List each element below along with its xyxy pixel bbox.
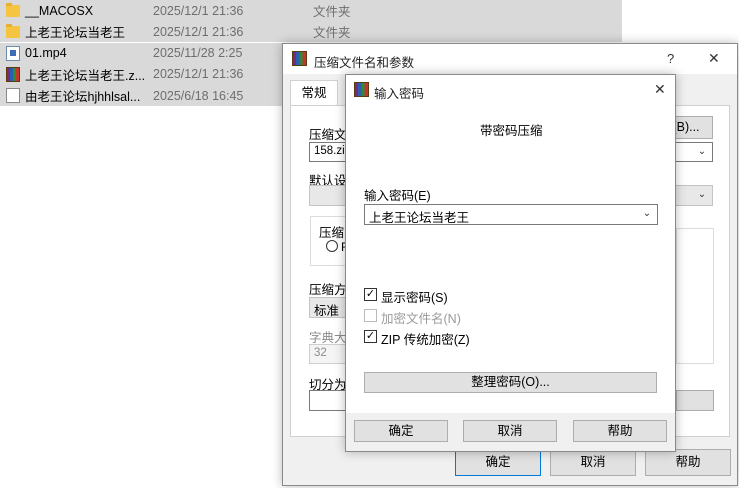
format-radio[interactable] xyxy=(326,240,338,252)
ok-button[interactable]: 确定 xyxy=(455,449,541,476)
file-name: 上老王论坛当老王 xyxy=(25,26,126,41)
dict-dropdown[interactable]: 32 xyxy=(309,344,349,364)
file-row[interactable]: __MACOSX 2025/12/1 21:36 文件夹 xyxy=(0,0,622,21)
help-button[interactable]: 帮助 xyxy=(645,449,731,476)
file-name: 01.mp4 xyxy=(25,46,67,61)
organize-passwords-label: 整理密码(O)... xyxy=(471,375,550,389)
password-dialog-title: 输入密码 xyxy=(374,87,425,101)
close-icon[interactable]: ✕ xyxy=(708,50,720,67)
password-value: 上老王论坛当老王 xyxy=(369,211,470,225)
method-value: 标准 xyxy=(314,304,340,318)
method-label: 压缩方 xyxy=(309,283,347,297)
archive-dialog-titlebar[interactable]: 压缩文件名和参数 ? ✕ xyxy=(283,44,737,74)
folder-icon xyxy=(6,24,20,39)
encrypt-names-checkbox[interactable] xyxy=(364,309,377,322)
file-name: 上老王论坛当老王.z... xyxy=(25,68,146,83)
split-field[interactable] xyxy=(309,390,349,411)
zip-legacy-label: ZIP 传统加密(Z) xyxy=(381,333,470,347)
cancel-button[interactable]: 取消 xyxy=(550,449,636,476)
password-dialog-titlebar[interactable]: 输入密码 ✕ xyxy=(346,75,675,105)
password-cancel-button[interactable]: 取消 xyxy=(463,420,557,442)
file-date: 2025/12/1 21:36 xyxy=(153,24,244,39)
file-date: 2025/12/1 21:36 xyxy=(153,67,244,82)
password-ok-label: 确定 xyxy=(388,424,414,438)
chevron-down-icon[interactable]: ⌄ xyxy=(696,146,708,158)
cancel-button-label: 取消 xyxy=(580,455,606,469)
text-file-icon xyxy=(6,88,20,104)
winrar-icon xyxy=(292,51,307,66)
help-button-label: 帮助 xyxy=(675,455,701,469)
file-date: 2025/6/18 16:45 xyxy=(153,88,244,103)
file-date: 2025/12/1 21:36 xyxy=(153,3,244,18)
video-file-icon xyxy=(6,45,20,61)
zip-legacy-checkbox[interactable]: ✓ xyxy=(364,330,377,343)
password-label: 输入密码(E) xyxy=(364,189,431,203)
folder-icon xyxy=(6,3,20,17)
dict-value: 32 xyxy=(314,347,327,359)
chevron-down-icon[interactable]: ⌄ xyxy=(696,189,708,201)
archive-dialog-title: 压缩文件名和参数 xyxy=(314,56,415,70)
password-help-label: 帮助 xyxy=(607,424,633,438)
format-label: 压缩 xyxy=(319,226,345,240)
password-cancel-label: 取消 xyxy=(497,424,523,438)
password-panel xyxy=(346,105,675,413)
tab-general[interactable]: 常规 xyxy=(290,80,338,106)
file-name: __MACOSX xyxy=(25,3,94,18)
password-heading: 带密码压缩 xyxy=(480,124,543,138)
file-type: 文件夹 xyxy=(313,26,351,41)
ok-button-label: 确定 xyxy=(485,455,511,469)
password-ok-button[interactable]: 确定 xyxy=(354,420,448,442)
right-panel-box xyxy=(676,228,714,364)
file-row[interactable]: 上老王论坛当老王 2025/12/1 21:36 文件夹 xyxy=(0,21,622,43)
winrar-icon xyxy=(354,82,369,97)
split-side-button[interactable] xyxy=(676,390,714,411)
file-date: 2025/11/28 2:25 xyxy=(153,46,243,61)
show-password-label: 显示密码(S) xyxy=(381,291,448,305)
password-dialog: 输入密码 ✕ 带密码压缩 输入密码(E) 上老王论坛当老王 ⌄ ✓ 显示密码(S… xyxy=(345,74,676,452)
chevron-down-icon[interactable]: ⌄ xyxy=(641,208,653,220)
password-input[interactable]: 上老王论坛当老王 ⌄ xyxy=(364,204,658,225)
tab-general-label: 常规 xyxy=(301,86,327,100)
file-name: 由老王论坛hjhhlsal... xyxy=(25,90,141,105)
encrypt-names-label: 加密文件名(N) xyxy=(381,312,461,326)
archive-name-label: 压缩文 xyxy=(309,128,347,142)
close-icon[interactable]: ✕ xyxy=(654,81,666,98)
winrar-archive-icon xyxy=(6,66,20,82)
browse-button-label: (B)... xyxy=(672,120,700,134)
organize-passwords-button[interactable]: 整理密码(O)... xyxy=(364,372,657,393)
show-password-checkbox[interactable]: ✓ xyxy=(364,288,377,301)
file-type: 文件夹 xyxy=(313,5,351,19)
help-icon[interactable]: ? xyxy=(667,51,674,66)
password-help-button[interactable]: 帮助 xyxy=(573,420,667,442)
method-dropdown[interactable]: 标准 xyxy=(309,297,349,318)
